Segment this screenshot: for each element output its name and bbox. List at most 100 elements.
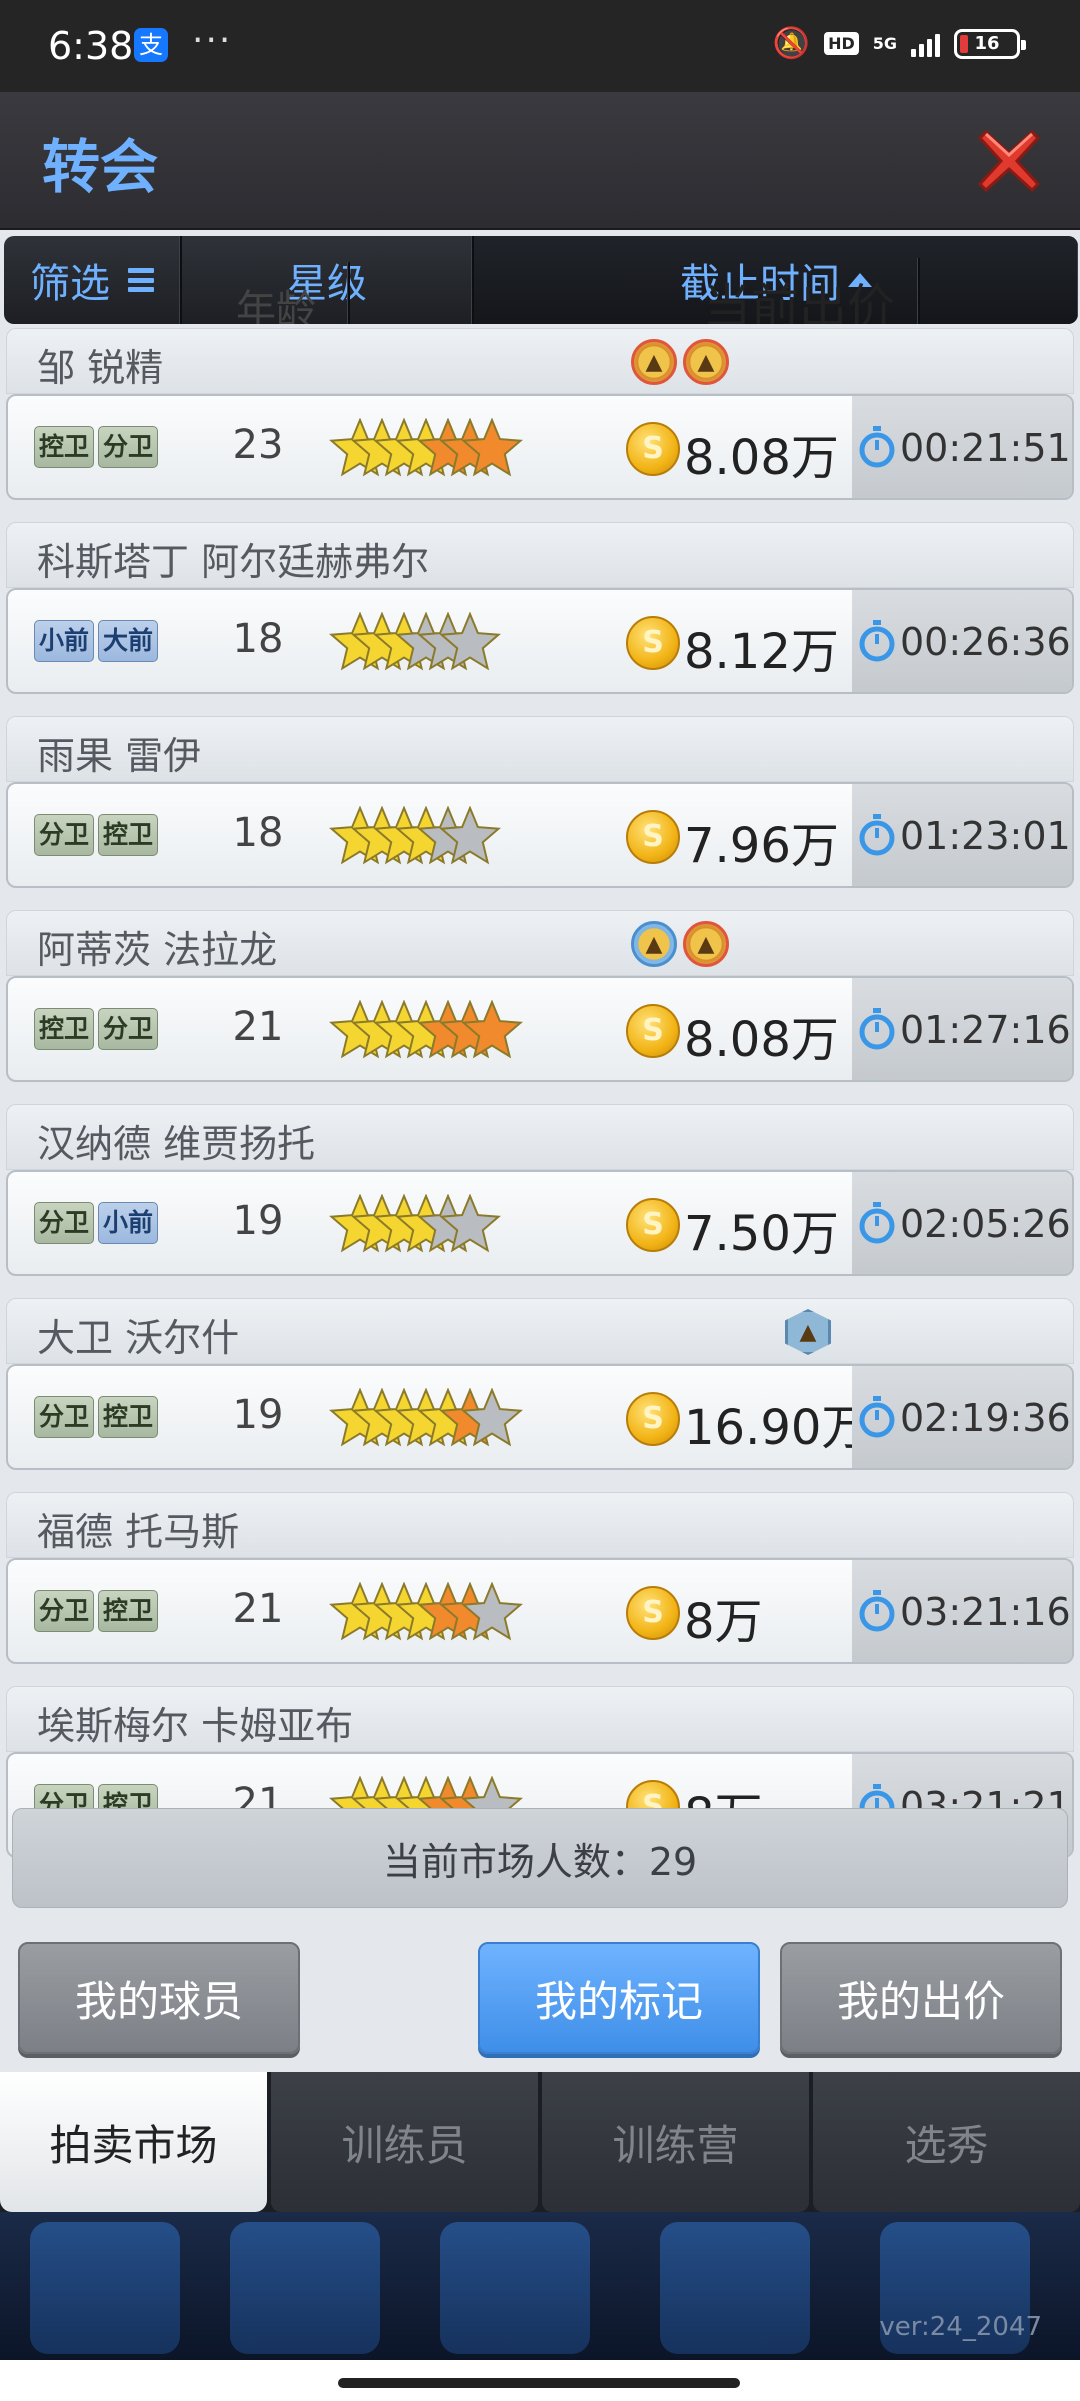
star-rating	[329, 806, 501, 865]
status-bar: 6:38 支 ··· 🔕 HD 5G 16	[0, 0, 1080, 92]
stopwatch-icon	[859, 814, 895, 856]
coin-icon: S	[626, 422, 680, 476]
stopwatch-icon	[859, 1202, 895, 1244]
position-tags: 分卫 控卫	[34, 1590, 159, 1632]
current-bid: 7.50万	[684, 1206, 839, 1262]
player-age: 19	[232, 1392, 284, 1438]
player-row-header: 科斯塔丁 阿尔廷赫弗尔	[6, 522, 1074, 588]
filter-button[interactable]: 筛选	[4, 236, 182, 324]
sort-age-header[interactable]: 年龄	[204, 262, 350, 324]
player-row-body: 小前 大前 18 S 8.12万 00:26:36	[6, 588, 1074, 694]
star-rating	[329, 1194, 501, 1253]
star-rating	[329, 418, 523, 477]
alipay-icon: 支	[134, 28, 168, 62]
current-bid: 8.08万	[684, 430, 839, 486]
coin-icon: S	[626, 1392, 680, 1446]
player-age: 21	[232, 1004, 284, 1050]
skill-badges: ▲ ▲	[631, 339, 729, 385]
position-tags: 分卫 小前	[34, 1202, 159, 1244]
player-name: 大卫 沃尔什	[37, 1316, 240, 1360]
player-row[interactable]: 大卫 沃尔什 ▲ 分卫 控卫 19 S 16.90万 02:19:36	[6, 1298, 1074, 1484]
player-row[interactable]: 科斯塔丁 阿尔廷赫弗尔小前 大前 18 S 8.12万 00:26:36	[6, 522, 1074, 708]
position-tags: 小前 大前	[34, 620, 159, 662]
bg-nav-icon	[230, 2222, 380, 2354]
gold-medal-icon: ▲	[683, 339, 729, 385]
time-remaining: 03:21:16	[900, 1590, 1071, 1634]
player-age: 18	[232, 616, 284, 662]
player-name: 雨果 雷伊	[37, 734, 202, 778]
player-row-header: 阿蒂茨 法拉龙 ▲ ▲	[6, 910, 1074, 976]
player-row-body: 分卫 小前 19 S 7.50万 02:05:26	[6, 1170, 1074, 1276]
coin-icon: S	[626, 810, 680, 864]
blue-medal-icon: ▲	[631, 921, 677, 967]
status-time: 6:38	[48, 24, 134, 68]
player-row[interactable]: 汉纳德 维贾扬托 分卫 小前 19 S 7.50万 02:05:26	[6, 1104, 1074, 1290]
position-tags: 分卫 控卫	[34, 814, 159, 856]
player-name: 埃斯梅尔 卡姆亚布	[37, 1704, 354, 1748]
player-row-body: 控卫 分卫 23 S 8.08万 00:21:51	[6, 394, 1074, 500]
time-remaining: 02:05:26	[900, 1202, 1071, 1246]
bg-nav-icon	[30, 2222, 180, 2354]
tab-draft[interactable]: 选秀	[813, 2072, 1080, 2212]
deadline-cell: 03:21:16	[852, 1560, 1072, 1662]
my-bids-button[interactable]: 我的出价	[780, 1942, 1062, 2054]
player-age: 18	[232, 810, 284, 856]
player-row[interactable]: 邹 锐精 ▲ ▲ 控卫 分卫 23 S 8.08万 00:21:51	[6, 328, 1074, 514]
bg-nav-icon	[660, 2222, 810, 2354]
player-row[interactable]: 福德 托马斯 分卫 控卫 21 S 8万 03:21:16	[6, 1492, 1074, 1678]
menu-icon	[128, 268, 154, 292]
player-age: 19	[232, 1198, 284, 1244]
player-age: 23	[232, 422, 284, 468]
player-row-header: 邹 锐精 ▲ ▲	[6, 328, 1074, 394]
tab-training-camp[interactable]: 训练营	[542, 2072, 809, 2212]
player-name: 邹 锐精	[37, 346, 164, 390]
skill-badges: ▲ ▲	[631, 921, 729, 967]
skill-badges: ▲	[785, 1309, 831, 1355]
player-row-body: 分卫 控卫 18 S 7.96万 01:23:01	[6, 782, 1074, 888]
player-row-body: 控卫 分卫 21 S 8.08万 01:27:16	[6, 976, 1074, 1082]
my-marks-button[interactable]: 我的标记	[478, 1942, 760, 2054]
stopwatch-icon	[859, 1008, 895, 1050]
deadline-cell: 02:05:26	[852, 1172, 1072, 1274]
filter-label: 筛选	[30, 261, 110, 307]
time-remaining: 00:26:36	[900, 620, 1071, 664]
player-name: 阿蒂茨 法拉龙	[37, 928, 278, 972]
star-rating	[329, 1000, 523, 1059]
current-bid: 16.90万	[684, 1400, 870, 1456]
player-row-header: 福德 托马斯	[6, 1492, 1074, 1558]
current-bid: 8.08万	[684, 1012, 839, 1068]
position-tag: 分卫	[34, 1202, 95, 1244]
player-row[interactable]: 阿蒂茨 法拉龙 ▲ ▲ 控卫 分卫 21 S 8.08万 01:27:16	[6, 910, 1074, 1096]
deadline-cell: 01:23:01	[852, 784, 1072, 886]
close-icon	[977, 129, 1041, 193]
current-bid: 8.12万	[684, 624, 839, 680]
coin-icon: S	[626, 1004, 680, 1058]
stopwatch-icon	[859, 1396, 895, 1438]
player-list[interactable]: 邹 锐精 ▲ ▲ 控卫 分卫 23 S 8.08万 00:21:51 科斯塔丁 阿尔廷赫弗尔 小前大…	[0, 328, 1080, 2032]
position-tags: 分卫 控卫	[34, 1396, 159, 1438]
sort-price-header[interactable]: 当前出价	[680, 258, 920, 324]
deadline-cell: 01:27:16	[852, 978, 1072, 1080]
my-players-button[interactable]: 我的球员	[18, 1942, 300, 2054]
player-row-header: 埃斯梅尔 卡姆亚布	[6, 1686, 1074, 1752]
position-tag: 控卫	[98, 1590, 159, 1632]
position-tag: 控卫	[34, 426, 95, 468]
stopwatch-icon	[859, 620, 895, 662]
market-count: 当前市场人数：29	[12, 1808, 1068, 1908]
time-remaining: 02:19:36	[900, 1396, 1071, 1440]
stopwatch-icon	[859, 1590, 895, 1632]
player-name: 福德 托马斯	[37, 1510, 240, 1554]
table-header: 筛选 年龄 星级 当前出价 截止时间	[4, 236, 1078, 324]
coin-icon: S	[626, 1198, 680, 1252]
close-button[interactable]	[968, 120, 1050, 202]
home-indicator[interactable]	[338, 2378, 740, 2388]
tab-auction-market[interactable]: 拍卖市场	[0, 2072, 267, 2212]
hd-icon: HD	[824, 32, 859, 55]
version-label: ver:24_2047	[879, 2312, 1042, 2342]
battery-icon: 16	[954, 28, 1026, 59]
position-tag: 分卫	[34, 1396, 95, 1438]
tab-trainers[interactable]: 训练员	[271, 2072, 538, 2212]
coin-icon: S	[626, 616, 680, 670]
transfer-panel: 筛选 年龄 星级 当前出价 截止时间 邹 锐精 ▲ ▲ 控卫 分卫 23 S 8.08万 00:…	[0, 230, 1080, 2212]
player-row[interactable]: 雨果 雷伊 分卫 控卫 18 S 7.96万 01:23:01	[6, 716, 1074, 902]
